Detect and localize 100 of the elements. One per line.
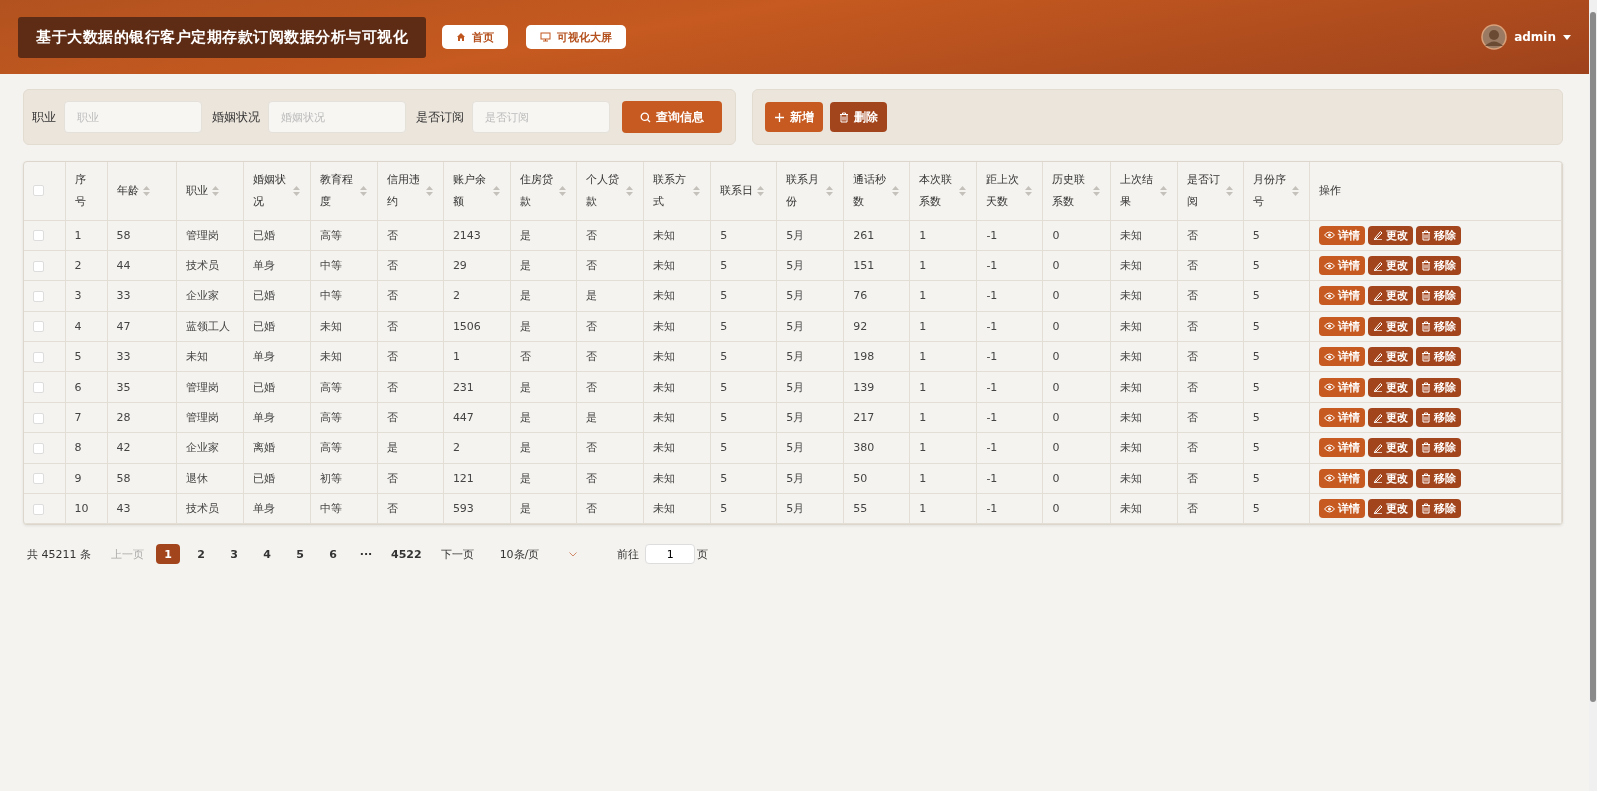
dashboard-button[interactable]: 可视化大屏: [526, 25, 626, 49]
remove-button[interactable]: 移除: [1415, 468, 1461, 488]
page-button[interactable]: 3: [222, 544, 246, 565]
sort-icon[interactable]: [693, 185, 701, 196]
sort-icon[interactable]: [1092, 185, 1100, 196]
row-checkbox[interactable]: [33, 503, 44, 515]
page-button[interactable]: 5: [288, 544, 312, 565]
sort-icon[interactable]: [142, 185, 150, 196]
page-size-select[interactable]: 10条/页: [499, 546, 578, 562]
add-button[interactable]: 新增: [765, 102, 823, 132]
table-cell: 未知: [1119, 502, 1142, 516]
edit-button[interactable]: 更改: [1367, 377, 1413, 397]
detail-button[interactable]: 详情: [1318, 286, 1365, 306]
delete-button[interactable]: 删除: [830, 102, 887, 132]
sort-icon[interactable]: [1225, 185, 1233, 196]
row-checkbox[interactable]: [33, 382, 44, 394]
row-checkbox[interactable]: [33, 442, 44, 454]
edit-button[interactable]: 更改: [1367, 225, 1413, 245]
scrollbar[interactable]: [1589, 0, 1597, 791]
sort-icon[interactable]: [1159, 185, 1167, 196]
remove-button[interactable]: 移除: [1415, 347, 1461, 367]
sort-icon[interactable]: [292, 185, 300, 196]
table-cell: 217: [853, 411, 875, 425]
sort-icon[interactable]: [492, 185, 500, 196]
sort-icon[interactable]: [559, 185, 566, 196]
table-cell: 5月: [786, 380, 805, 394]
page-button[interactable]: 4: [255, 544, 279, 565]
detail-button[interactable]: 详情: [1318, 438, 1365, 458]
page-button[interactable]: 1: [156, 544, 180, 565]
remove-button[interactable]: 移除: [1415, 499, 1461, 519]
detail-button[interactable]: 详情: [1318, 316, 1365, 336]
table-cell: 未知: [1119, 471, 1142, 485]
remove-button[interactable]: 移除: [1415, 225, 1461, 245]
sort-icon[interactable]: [359, 185, 367, 196]
detail-button[interactable]: 详情: [1318, 468, 1365, 488]
table-cell: 未知: [1119, 441, 1142, 455]
detail-button[interactable]: 详情: [1318, 377, 1365, 397]
page-input[interactable]: 1: [645, 544, 696, 565]
search-button[interactable]: 查询信息: [622, 101, 722, 133]
table-cell: 1: [919, 289, 927, 303]
edit-button[interactable]: 更改: [1367, 499, 1413, 519]
column-header: 联系日: [720, 182, 754, 199]
row-checkbox[interactable]: [33, 412, 44, 424]
username[interactable]: admin: [1514, 30, 1556, 44]
detail-button[interactable]: 详情: [1318, 225, 1365, 245]
next-page-link[interactable]: 下一页: [440, 546, 474, 562]
table-cell: 6: [74, 380, 82, 394]
edit-button[interactable]: 更改: [1367, 286, 1413, 306]
table-cell: 9: [74, 471, 82, 485]
sort-icon[interactable]: [1025, 185, 1033, 196]
avatar[interactable]: [1481, 24, 1508, 50]
sort-icon[interactable]: [1291, 185, 1299, 196]
remove-button[interactable]: 移除: [1415, 377, 1461, 397]
detail-button[interactable]: 详情: [1318, 347, 1365, 367]
detail-button[interactable]: 详情: [1318, 499, 1365, 519]
edit-button[interactable]: 更改: [1367, 468, 1413, 488]
row-checkbox[interactable]: [33, 260, 44, 272]
table-cell: 未知: [653, 411, 676, 425]
edit-button[interactable]: 更改: [1367, 256, 1413, 276]
remove-button[interactable]: 移除: [1415, 438, 1461, 458]
edit-button[interactable]: 更改: [1367, 408, 1413, 428]
sort-icon[interactable]: [826, 185, 834, 196]
edit-button[interactable]: 更改: [1367, 316, 1413, 336]
detail-button[interactable]: 详情: [1318, 408, 1365, 428]
page-button[interactable]: ···: [354, 544, 378, 565]
edit-button[interactable]: 更改: [1367, 347, 1413, 367]
table-cell: 5: [1252, 319, 1260, 333]
remove-button[interactable]: 移除: [1415, 286, 1461, 306]
table-cell: 否: [1186, 350, 1198, 364]
select-all-checkbox[interactable]: [33, 185, 44, 197]
table-cell: 1: [919, 502, 927, 516]
remove-button[interactable]: 移除: [1415, 408, 1461, 428]
detail-button[interactable]: 详情: [1318, 256, 1365, 276]
page-button[interactable]: 6: [321, 544, 345, 565]
row-checkbox[interactable]: [33, 290, 44, 302]
page-button[interactable]: 2: [189, 544, 213, 565]
sort-icon[interactable]: [757, 185, 765, 196]
table-cell: 29: [452, 259, 467, 273]
row-checkbox[interactable]: [33, 321, 44, 333]
table-cell: 单身: [252, 259, 275, 273]
sort-icon[interactable]: [425, 185, 433, 196]
sort-icon[interactable]: [211, 185, 219, 196]
page-button[interactable]: 4522: [387, 544, 426, 565]
input-field[interactable]: 是否订阅: [472, 101, 610, 133]
table-cell: 是: [519, 259, 531, 273]
sort-icon[interactable]: [626, 185, 634, 196]
home-button[interactable]: 首页: [442, 25, 508, 49]
caret-icon[interactable]: [1563, 34, 1571, 40]
row-checkbox[interactable]: [33, 473, 44, 485]
sort-icon[interactable]: [892, 185, 900, 196]
home-icon: [456, 32, 466, 42]
sort-icon[interactable]: [959, 185, 967, 196]
remove-button[interactable]: 移除: [1415, 316, 1461, 336]
table-cell: 2: [74, 259, 82, 273]
column-header: 月份序号: [1252, 171, 1287, 210]
row-checkbox[interactable]: [33, 230, 44, 242]
row-checkbox[interactable]: [33, 351, 44, 363]
trash-icon: [1420, 503, 1431, 515]
remove-button[interactable]: 移除: [1415, 256, 1461, 276]
edit-button[interactable]: 更改: [1367, 438, 1413, 458]
